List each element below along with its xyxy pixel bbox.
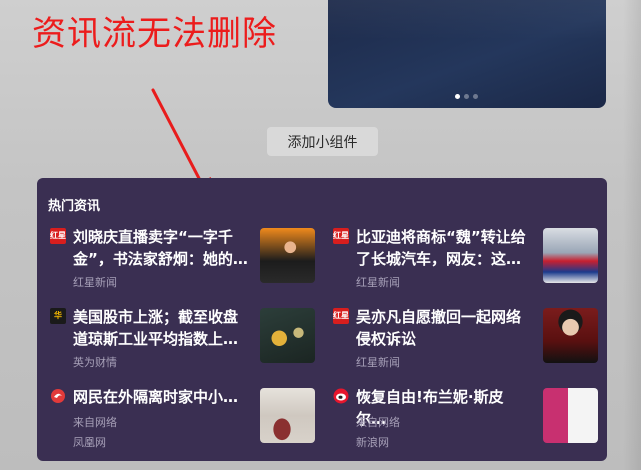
news-thumbnail[interactable] bbox=[260, 308, 315, 363]
background-edge bbox=[623, 0, 641, 470]
news-via: 来自网络 bbox=[73, 416, 117, 429]
news-thumbnail[interactable] bbox=[260, 388, 315, 443]
huawei-finance-icon: 华 bbox=[50, 308, 66, 324]
news-source: 红星新闻 bbox=[356, 356, 400, 369]
news-source: 红星新闻 bbox=[356, 276, 400, 289]
add-widget-button[interactable]: 添加小组件 bbox=[267, 127, 378, 156]
annotation-text: 资讯流无法删除 bbox=[32, 14, 277, 54]
news-item[interactable]: 红星 刘晓庆直播卖字“一字千金”，书法家舒炯：她的… 红星新闻 bbox=[50, 228, 315, 300]
carousel-dot[interactable] bbox=[464, 94, 469, 99]
news-headline[interactable]: 吴亦凡自愿撤回一起网络侵权诉讼 bbox=[356, 306, 532, 350]
photo-widget[interactable] bbox=[328, 0, 606, 108]
news-item[interactable]: 红星 吴亦凡自愿撤回一起网络侵权诉讼 红星新闻 bbox=[333, 308, 598, 380]
news-item[interactable]: 华 美国股市上涨；截至收盘道琼斯工业平均指数上… 英为财情 bbox=[50, 308, 315, 380]
hongxing-icon: 红星 bbox=[333, 228, 349, 244]
carousel-dot[interactable] bbox=[473, 94, 478, 99]
news-source: 英为财情 bbox=[73, 356, 117, 369]
panel-title: 热门资讯 bbox=[48, 199, 101, 214]
news-thumbnail[interactable] bbox=[543, 308, 598, 363]
news-headline[interactable]: 网民在外隔离时家中小… bbox=[73, 386, 249, 408]
news-thumbnail[interactable] bbox=[260, 228, 315, 283]
hongxing-icon: 红星 bbox=[50, 228, 66, 244]
hongxing-icon: 红星 bbox=[333, 308, 349, 324]
news-item[interactable]: 网民在外隔离时家中小… 来自网络 凤凰网 bbox=[50, 388, 315, 460]
carousel-dot-active[interactable] bbox=[455, 94, 460, 99]
news-headline[interactable]: 美国股市上涨；截至收盘道琼斯工业平均指数上… bbox=[73, 306, 249, 350]
news-source: 凤凰网 bbox=[73, 436, 106, 449]
news-source: 新浪网 bbox=[356, 436, 389, 449]
news-thumbnail[interactable] bbox=[543, 228, 598, 283]
ifeng-icon bbox=[50, 388, 66, 404]
news-headline[interactable]: 比亚迪将商标“魏”转让给了长城汽车，网友：这… bbox=[356, 226, 532, 270]
sina-icon bbox=[333, 388, 349, 404]
news-item[interactable]: 红星 比亚迪将商标“魏”转让给了长城汽车，网友：这… 红星新闻 bbox=[333, 228, 598, 300]
carousel-dots bbox=[455, 94, 478, 99]
news-thumbnail[interactable] bbox=[543, 388, 598, 443]
news-panel: 热门资讯 红星 刘晓庆直播卖字“一字千金”，书法家舒炯：她的… 红星新闻 红星 … bbox=[37, 178, 607, 461]
news-headline[interactable]: 刘晓庆直播卖字“一字千金”，书法家舒炯：她的… bbox=[73, 226, 249, 270]
news-item[interactable]: 恢复自由!布兰妮·斯皮尔… 来自网络 新浪网 bbox=[333, 388, 598, 460]
news-via: 来自网络 bbox=[356, 416, 400, 429]
news-source: 红星新闻 bbox=[73, 276, 117, 289]
